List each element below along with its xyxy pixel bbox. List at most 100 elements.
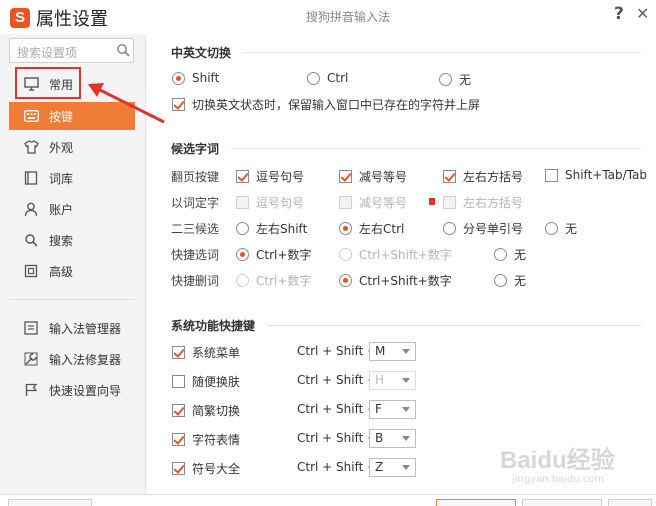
word-select-brackets[interactable]: 左右方括号 xyxy=(443,194,523,211)
radio-button[interactable] xyxy=(236,222,249,235)
option-label: Shift+Tab/Tab xyxy=(565,168,648,182)
baidu-watermark: Baidu经验 jingyan.baidu.com xyxy=(500,440,650,490)
commit-on-switch-checkbox[interactable]: 切换英文状态时，保留输入窗口中已存在的字符并上屏 xyxy=(172,96,480,113)
shortcut-key-select[interactable]: M xyxy=(369,342,416,361)
section-divider xyxy=(267,325,641,326)
page-turn-comma-period[interactable]: 逗号句号 xyxy=(236,168,304,185)
sidebar-item-account[interactable]: 账户 xyxy=(9,195,135,223)
quick-delete-label: 快捷删词 xyxy=(171,274,220,288)
sidebar-item-keys[interactable]: 按键 xyxy=(9,102,135,130)
watermark-text: Baidu经验 xyxy=(500,447,615,474)
quick-delete-ctrl-shift-num[interactable]: Ctrl+Shift+数字 xyxy=(339,272,452,289)
settings-search-input[interactable]: 搜索设置项 xyxy=(9,38,134,63)
section-divider xyxy=(243,52,641,53)
shortcut-key-select[interactable]: B xyxy=(369,429,416,448)
checkbox[interactable] xyxy=(339,196,352,209)
radio-button[interactable] xyxy=(339,248,352,261)
shortcut-symbols[interactable]: 符号大全 xyxy=(172,460,240,477)
checkbox[interactable] xyxy=(443,170,456,183)
select-value: Z xyxy=(375,460,384,474)
checkbox[interactable] xyxy=(339,170,352,183)
page-turn-brackets[interactable]: 左右方括号 xyxy=(443,168,523,185)
second-third-semicolon[interactable]: 分号单引号 xyxy=(443,220,523,237)
shortcut-random-skin[interactable]: 随便换肤 xyxy=(172,373,240,390)
radio-button[interactable] xyxy=(443,222,456,235)
highlight-box xyxy=(15,67,81,99)
quick-select-ctrl-shift-num[interactable]: Ctrl+Shift+数字 xyxy=(339,246,452,263)
radio-button[interactable] xyxy=(339,222,352,235)
radio-button[interactable] xyxy=(339,274,352,287)
quick-select-none[interactable]: 无 xyxy=(494,246,526,263)
checkbox[interactable] xyxy=(172,346,185,359)
page-turn-shift-tab[interactable]: Shift+Tab/Tab xyxy=(545,168,647,182)
shortcut-simp-trad[interactable]: 简繁切换 xyxy=(172,402,240,419)
option-label: Ctrl+数字 xyxy=(256,274,312,288)
radio-ctrl[interactable]: Ctrl xyxy=(307,71,348,85)
word-select-comma-period[interactable]: 逗号句号 xyxy=(236,194,304,211)
second-third-none[interactable]: 无 xyxy=(545,220,577,237)
radio-button[interactable] xyxy=(545,222,558,235)
footer-button[interactable] xyxy=(522,499,602,506)
checkbox[interactable] xyxy=(172,375,185,388)
radio-button[interactable] xyxy=(236,274,249,287)
second-third-shift[interactable]: 左右Shift xyxy=(236,220,307,237)
option-label: 左右方括号 xyxy=(463,170,524,184)
radio-none[interactable]: 无 xyxy=(439,71,471,88)
radio-button[interactable] xyxy=(172,71,185,85)
conflict-marker xyxy=(429,198,435,205)
word-select-minus-equal[interactable]: 减号等号 xyxy=(339,194,407,211)
checkbox[interactable] xyxy=(172,98,185,111)
option-label: 减号等号 xyxy=(359,196,408,210)
radio-button[interactable] xyxy=(494,274,507,287)
footer-button[interactable] xyxy=(436,499,516,506)
shortcut-key-select[interactable]: F xyxy=(369,400,416,419)
shortcut-system-menu[interactable]: 系统菜单 xyxy=(172,344,240,361)
radio-button[interactable] xyxy=(236,248,249,261)
footer-button[interactable] xyxy=(608,499,652,506)
footer-button[interactable] xyxy=(8,499,92,506)
sidebar-item-label: 输入法修复器 xyxy=(49,352,122,367)
close-icon[interactable]: ✕ xyxy=(636,4,649,23)
checkbox[interactable] xyxy=(545,168,558,182)
option-label: 符号大全 xyxy=(192,462,241,476)
shirt-icon xyxy=(23,139,39,155)
checkbox[interactable] xyxy=(172,433,185,446)
checkbox[interactable] xyxy=(236,196,249,209)
page-turn-minus-equal[interactable]: 减号等号 xyxy=(339,168,407,185)
keyboard-icon xyxy=(23,108,39,124)
option-label: Ctrl+数字 xyxy=(256,248,312,262)
radio-button[interactable] xyxy=(307,71,320,85)
help-icon[interactable]: ? xyxy=(614,4,624,24)
sidebar-tool-manager[interactable]: 输入法管理器 xyxy=(9,314,135,342)
shortcut-key-select[interactable]: Z xyxy=(369,458,416,477)
quick-delete-none[interactable]: 无 xyxy=(494,272,526,289)
title-bar: S 属性设置 搜狗拼音输入法 ? ✕ xyxy=(0,0,656,34)
sidebar-tool-repair[interactable]: 输入法修复器 xyxy=(9,345,135,373)
radio-button[interactable] xyxy=(494,248,507,261)
sidebar-tool-wizard[interactable]: 快速设置向导 xyxy=(9,376,135,404)
checkbox[interactable] xyxy=(443,196,456,209)
shortcut-key-select[interactable]: H xyxy=(369,371,416,390)
quick-delete-ctrl-num[interactable]: Ctrl+数字 xyxy=(236,272,311,289)
sidebar-item-dictionary[interactable]: 词库 xyxy=(9,164,135,192)
checkbox[interactable] xyxy=(236,170,249,183)
option-label: Ctrl xyxy=(327,71,349,85)
radio-button[interactable] xyxy=(439,73,452,86)
radio-shift[interactable]: Shift xyxy=(172,71,219,85)
sidebar-item-appearance[interactable]: 外观 xyxy=(9,133,135,161)
option-label: 逗号句号 xyxy=(256,170,305,184)
book-icon xyxy=(23,170,39,186)
manager-icon xyxy=(23,320,39,336)
checkbox[interactable] xyxy=(172,462,185,475)
second-third-ctrl[interactable]: 左右Ctrl xyxy=(339,220,404,237)
user-icon xyxy=(23,201,39,217)
quick-select-ctrl-num[interactable]: Ctrl+数字 xyxy=(236,246,311,263)
shortcut-prefix: Ctrl + Shift + xyxy=(297,431,378,445)
checkbox-label: 切换英文状态时，保留输入窗口中已存在的字符并上屏 xyxy=(192,98,481,112)
checkbox[interactable] xyxy=(172,404,185,417)
sidebar-item-search[interactable]: 搜索 xyxy=(9,226,135,254)
search-icon[interactable] xyxy=(116,43,130,57)
shortcut-emoticon[interactable]: 字符表情 xyxy=(172,431,240,448)
sidebar-item-advanced[interactable]: 高级 xyxy=(9,257,135,285)
chevron-down-icon xyxy=(402,436,410,441)
